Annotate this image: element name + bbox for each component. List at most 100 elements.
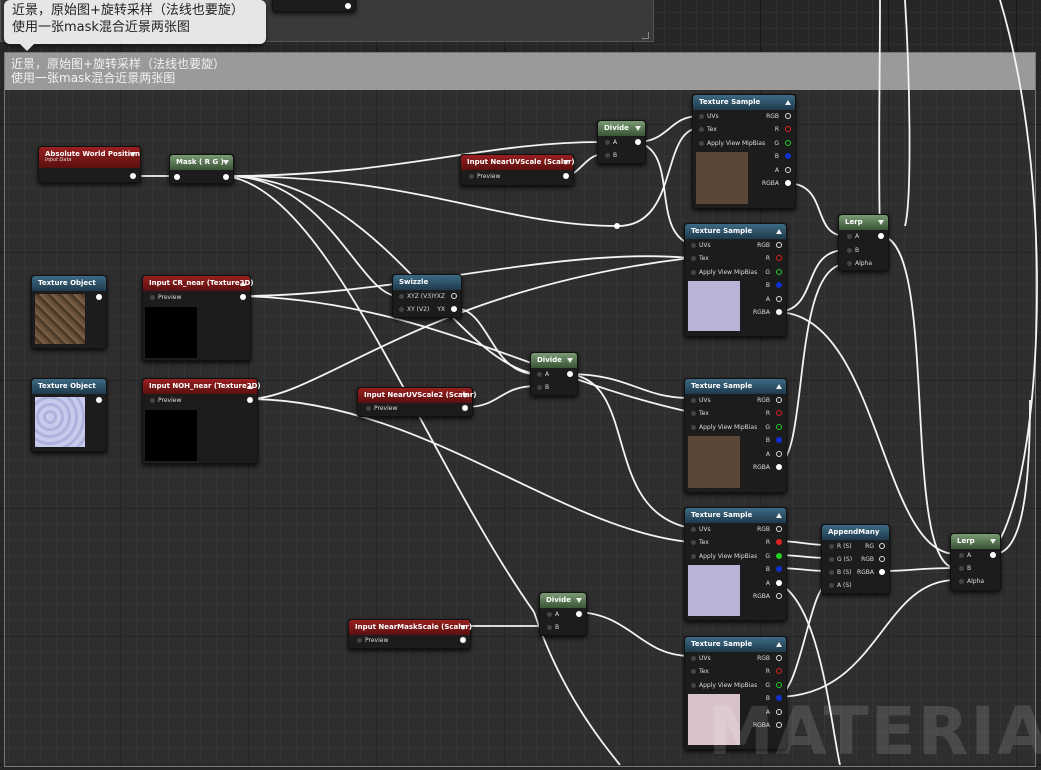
pin-r-s[interactable]: R (S) — [829, 543, 852, 551]
node-lerp-1[interactable]: Lerp A B Alpha — [838, 214, 889, 271]
pin-a[interactable] — [776, 451, 782, 457]
output-pin[interactable] — [460, 637, 466, 643]
pin-b[interactable] — [785, 153, 791, 159]
node-divide-1[interactable]: Divide A B — [597, 120, 646, 164]
node-mask[interactable]: Mask ( R G ) — [169, 154, 234, 184]
collapse-icon[interactable] — [776, 384, 782, 389]
collapse-icon[interactable] — [990, 539, 996, 544]
pin-b-s[interactable]: B (S) — [829, 569, 852, 577]
pin-a-s[interactable]: A (S) — [829, 582, 852, 590]
pin-tex[interactable]: Tex — [691, 668, 709, 676]
pin-a[interactable]: A — [846, 233, 859, 241]
pin-g[interactable] — [776, 553, 782, 559]
pin-yx[interactable] — [451, 306, 457, 312]
node-texture-sample-4[interactable]: Texture Sample UVs Tex Apply View MipBia… — [684, 507, 787, 621]
pin-rgb[interactable] — [785, 113, 791, 119]
pin-preview[interactable]: Preview — [468, 173, 500, 181]
node-texture-object-1[interactable]: Texture Object — [31, 275, 107, 349]
pin-rgb[interactable] — [879, 556, 885, 562]
collapse-icon[interactable] — [878, 220, 884, 225]
pin-rgba[interactable] — [776, 309, 782, 315]
pin-b[interactable] — [776, 566, 782, 572]
pin-rgba[interactable] — [776, 464, 782, 470]
node-divide-3[interactable]: Divide A B — [539, 592, 587, 636]
pin-apply-view-mip-bias[interactable]: Apply View MipBias — [698, 140, 765, 148]
pin-rgba[interactable] — [776, 593, 782, 599]
collapse-icon[interactable] — [776, 229, 782, 234]
pin-rgba[interactable] — [785, 180, 791, 186]
collapse-icon[interactable] — [240, 281, 246, 286]
node-lerp-2[interactable]: Lerp A B Alpha — [950, 533, 1001, 591]
node-input-cr-near[interactable]: Input CR_near (Texture2D) Preview — [142, 275, 253, 361]
collapse-icon[interactable] — [130, 152, 136, 157]
collapse-icon[interactable] — [563, 160, 569, 165]
pin-b[interactable]: B — [604, 152, 617, 160]
pin-a[interactable] — [776, 580, 782, 586]
pin-a[interactable] — [776, 296, 782, 302]
output-pin[interactable] — [240, 294, 246, 300]
pin-g[interactable] — [776, 682, 782, 688]
pin-g[interactable] — [776, 269, 782, 275]
pin-b[interactable]: B — [958, 565, 971, 573]
output-pin[interactable] — [247, 397, 253, 403]
pin-apply-view-mip-bias[interactable]: Apply View MipBias — [690, 269, 757, 277]
pin-alpha[interactable]: Alpha — [958, 578, 984, 586]
collapse-icon[interactable] — [247, 384, 253, 389]
output-pin[interactable] — [223, 174, 229, 180]
collapse-icon[interactable] — [567, 358, 573, 363]
pin-r[interactable] — [776, 539, 782, 545]
output-pin[interactable] — [462, 405, 468, 411]
pin-rgb[interactable] — [776, 655, 782, 661]
pin-xy[interactable]: XY (V2) — [398, 306, 429, 314]
collapse-icon[interactable] — [576, 598, 582, 603]
node-texture-sample-2[interactable]: Texture Sample UVs Tex Apply View MipBia… — [684, 223, 787, 337]
pin-apply-view-mip-bias[interactable]: Apply View MipBias — [690, 553, 757, 561]
pin-r[interactable] — [776, 410, 782, 416]
node-input-near-mask-scale[interactable]: Input NearMaskScale (Scalar) Preview — [348, 619, 472, 649]
node-texture-sample-1[interactable]: Texture Sample UVs Tex Apply View MipBia… — [692, 94, 796, 209]
node-texture-object-2[interactable]: Texture Object — [31, 378, 107, 452]
collapse-icon[interactable] — [776, 642, 782, 647]
collapse-icon[interactable] — [776, 513, 782, 518]
node-append-many[interactable]: AppendMany R (S) G (S) B (S) A (S) RG RG… — [821, 524, 890, 594]
pin-xyz[interactable]: XYZ (V3) — [398, 293, 433, 301]
pin-uvs[interactable]: UVs — [691, 526, 711, 534]
pin-a[interactable]: A — [958, 552, 971, 560]
pin-preview[interactable]: Preview — [356, 637, 388, 645]
pin-rgb[interactable] — [776, 526, 782, 532]
pin-tex[interactable]: Tex — [699, 126, 717, 134]
node-input-noh-near[interactable]: Input NOH_near (Texture2D) Preview — [142, 378, 261, 464]
pin-uvs[interactable]: UVs — [691, 655, 711, 663]
pin-rgb[interactable] — [776, 397, 782, 403]
input-pin[interactable] — [174, 174, 180, 180]
pin-rgb[interactable] — [776, 242, 782, 248]
collapse-icon[interactable] — [462, 393, 468, 398]
pin-tex[interactable]: Tex — [691, 410, 709, 418]
pin-a[interactable]: A — [536, 371, 549, 379]
pin-uvs[interactable]: UVs — [691, 397, 711, 405]
pin-a[interactable] — [785, 167, 791, 173]
pin-b[interactable] — [776, 282, 782, 288]
output-pin[interactable] — [635, 139, 641, 145]
output-pin[interactable] — [563, 173, 569, 179]
pin-g[interactable] — [785, 140, 791, 146]
node-input-near-uv-scale[interactable]: Input NearUVScale (Scalar) Preview — [460, 154, 575, 186]
pin-r[interactable] — [776, 668, 782, 674]
collapse-icon[interactable] — [785, 100, 791, 105]
pin-apply-view-mip-bias[interactable]: Apply View MipBias — [690, 682, 757, 690]
pin-b[interactable]: B — [536, 384, 549, 392]
pin-b[interactable] — [776, 437, 782, 443]
node-texture-sample-3[interactable]: Texture Sample UVs Tex Apply View MipBia… — [684, 378, 787, 493]
node-swizzle[interactable]: Swizzle XYZ (V3) YXZ XY (V2) YX — [392, 274, 462, 318]
pin-r[interactable] — [785, 126, 791, 132]
collapse-icon[interactable] — [635, 126, 641, 131]
output-pin[interactable] — [878, 233, 884, 239]
pin-uvs[interactable]: UVs — [699, 113, 719, 121]
collapse-icon[interactable] — [460, 625, 466, 630]
pin-a[interactable]: A — [546, 611, 559, 619]
pin-tex[interactable]: Tex — [691, 255, 709, 263]
pin-uvs[interactable]: UVs — [691, 242, 711, 250]
pin-alpha[interactable]: Alpha — [846, 260, 872, 268]
output-pin[interactable] — [96, 294, 102, 300]
pin-preview[interactable]: Preview — [149, 294, 181, 302]
